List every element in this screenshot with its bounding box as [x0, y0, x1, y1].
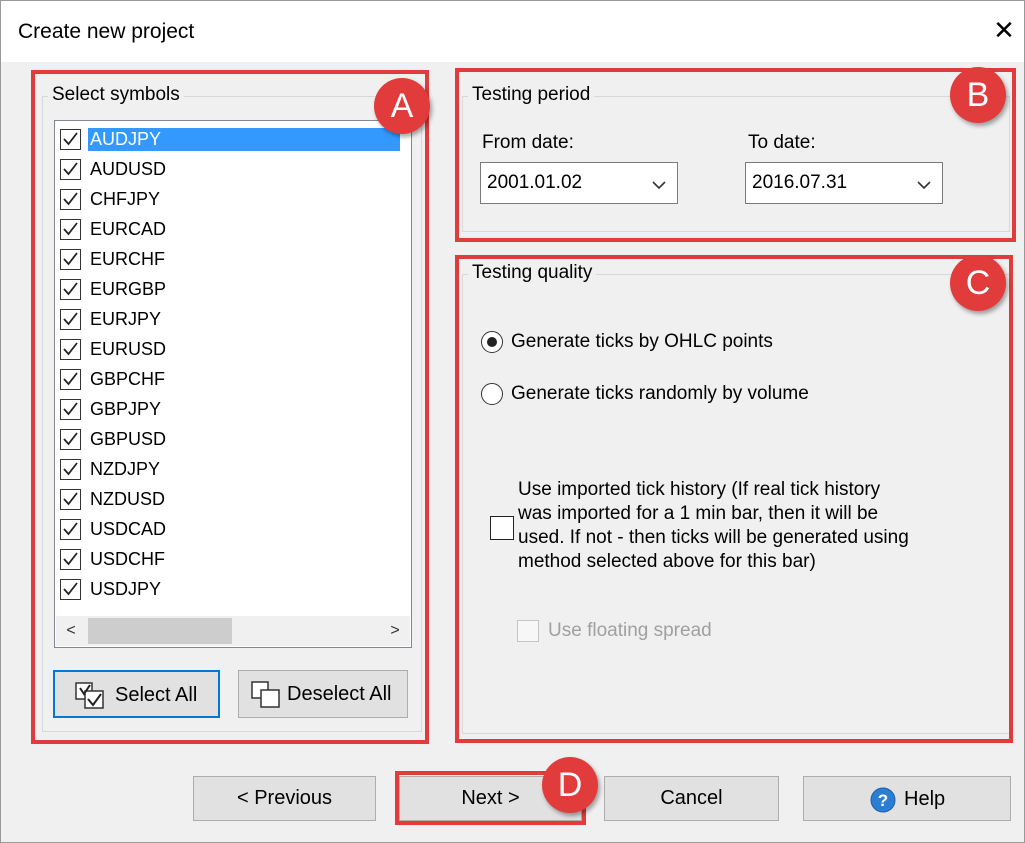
- badge-b: B: [950, 67, 1006, 123]
- annotation-box-c: [455, 255, 1013, 743]
- help-button[interactable]: ? Help: [803, 776, 1011, 821]
- svg-text:?: ?: [878, 791, 888, 810]
- dialog-title: Create new project: [18, 20, 195, 43]
- badge-a: A: [374, 78, 430, 134]
- annotation-box-a: [31, 70, 429, 744]
- badge-c: C: [950, 255, 1006, 311]
- help-label: Help: [904, 788, 946, 810]
- cancel-button[interactable]: Cancel: [604, 776, 779, 821]
- previous-button[interactable]: < Previous: [193, 776, 376, 821]
- badge-d: D: [542, 757, 598, 813]
- help-icon: ?: [870, 787, 896, 813]
- close-button[interactable]: ✕: [990, 16, 1018, 44]
- annotation-box-b: [455, 68, 1016, 242]
